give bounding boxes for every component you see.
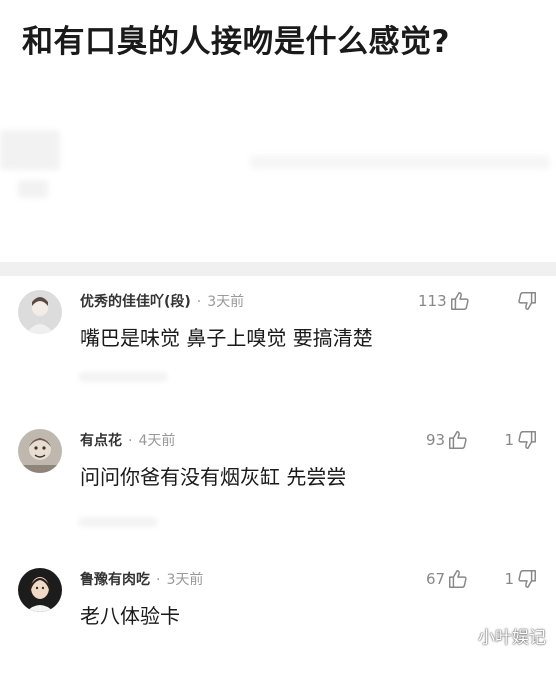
avatar[interactable]: [18, 290, 62, 334]
blurred-area: [250, 155, 550, 169]
blurred-area: [78, 517, 158, 527]
avatar[interactable]: [18, 429, 62, 473]
like-button[interactable]: 93: [426, 429, 469, 451]
like-button[interactable]: 67: [426, 568, 469, 590]
watermark: 小叶娱记: [478, 628, 546, 648]
thumbs-up-icon: [447, 568, 469, 590]
like-count: 113: [418, 292, 447, 310]
username[interactable]: 优秀的佳佳吖(段): [80, 294, 191, 310]
thumbs-up-icon: [449, 290, 471, 312]
comment-meta: 鲁豫有肉吃 · 3天前: [80, 570, 203, 590]
comment-text: 嘴巴是味觉 鼻子上嗅觉 要搞清楚: [80, 326, 373, 350]
dislike-count: 1: [504, 570, 514, 588]
meta-separator: ·: [196, 294, 202, 310]
comment-item: 优秀的佳佳吖(段) · 3天前 嘴巴是味觉 鼻子上嗅觉 要搞清楚 113: [0, 290, 556, 420]
section-divider: [0, 262, 556, 276]
thumbs-down-icon: [516, 429, 538, 451]
thumbs-up-icon: [447, 429, 469, 451]
like-button[interactable]: 113: [418, 290, 471, 312]
avatar[interactable]: [18, 568, 62, 612]
comment-actions: 93 1: [378, 429, 538, 453]
like-count: 67: [426, 570, 446, 588]
thumbs-down-icon: [516, 568, 538, 590]
comment-time: 3天前: [166, 572, 204, 588]
username[interactable]: 有点花: [80, 433, 122, 449]
comment-item: 鲁豫有肉吃 · 3天前 老八体验卡 67 1: [0, 568, 556, 698]
thumbs-down-icon: [516, 290, 538, 312]
comment-text: 老八体验卡: [80, 604, 180, 628]
comment-item: 有点花 · 4天前 问问你爸有没有烟灰缸 先尝尝 93 1: [0, 429, 556, 559]
like-count: 93: [426, 431, 446, 449]
comment-text: 问问你爸有没有烟灰缸 先尝尝: [80, 465, 347, 489]
meta-separator: ·: [156, 572, 161, 588]
dislike-count: 1: [504, 431, 514, 449]
comment-actions: 113: [378, 290, 538, 314]
blurred-area: [78, 372, 168, 382]
username[interactable]: 鲁豫有肉吃: [80, 572, 150, 588]
blurred-area: [18, 180, 48, 198]
comment-time: 4天前: [138, 433, 176, 449]
dislike-button[interactable]: 1: [504, 429, 538, 451]
meta-separator: ·: [128, 433, 133, 449]
comment-time: 3天前: [207, 294, 245, 310]
dislike-button[interactable]: 1: [504, 568, 538, 590]
blurred-area: [0, 130, 60, 170]
comment-meta: 有点花 · 4天前: [80, 431, 175, 451]
dislike-button[interactable]: [514, 290, 538, 312]
comment-meta: 优秀的佳佳吖(段) · 3天前: [80, 292, 244, 312]
comment-actions: 67 1: [378, 568, 538, 592]
question-title: 和有口臭的人接吻是什么感觉?: [22, 24, 450, 60]
